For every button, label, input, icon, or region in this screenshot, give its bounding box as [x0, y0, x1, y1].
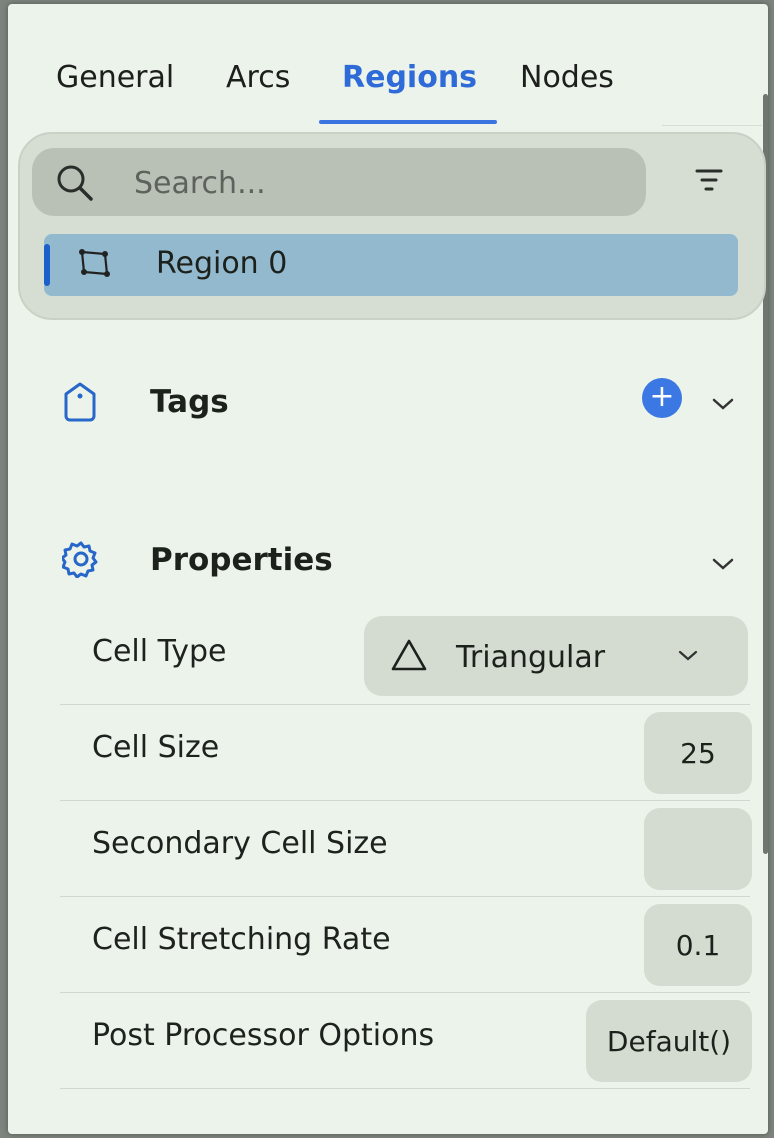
- post-processor-options-label: Post Processor Options: [92, 1018, 435, 1053]
- chevron-down-icon[interactable]: [708, 554, 738, 574]
- active-tab-indicator: [319, 120, 497, 124]
- cell-stretching-rate-input[interactable]: [644, 904, 752, 986]
- search-input[interactable]: [132, 148, 626, 218]
- search-box: [32, 148, 646, 218]
- gear-icon: [62, 541, 98, 578]
- selection-indicator: [44, 244, 50, 286]
- cell-type-value: Triangular: [456, 640, 606, 675]
- search-icon: [57, 165, 93, 201]
- regions-panel: General Arcs Regions Nodes R: [8, 4, 768, 1134]
- chevron-down-icon[interactable]: [708, 394, 738, 414]
- cell-size-input[interactable]: [644, 712, 752, 794]
- add-tag-button[interactable]: +: [642, 378, 682, 418]
- properties-title: Properties: [150, 542, 333, 578]
- secondary-cell-size-label: Secondary Cell Size: [92, 826, 388, 861]
- tag-icon: [64, 382, 96, 422]
- plus-icon: +: [649, 379, 675, 414]
- cell-type-select[interactable]: Triangular: [364, 616, 748, 696]
- list-item-region-0[interactable]: Region 0: [44, 234, 738, 296]
- list-item-label: Region 0: [156, 246, 288, 281]
- cell-type-label: Cell Type: [92, 634, 227, 669]
- tab-regions[interactable]: Regions: [342, 60, 477, 95]
- triangle-icon: [391, 639, 427, 671]
- tab-nodes[interactable]: Nodes: [520, 60, 614, 95]
- cell-stretching-rate-label: Cell Stretching Rate: [92, 922, 391, 957]
- tab-arcs[interactable]: Arcs: [226, 60, 290, 95]
- secondary-cell-size-input[interactable]: [644, 808, 752, 890]
- region-polygon-icon: [79, 249, 110, 277]
- filter-icon[interactable]: [694, 166, 724, 194]
- post-processor-options-input[interactable]: [586, 1000, 752, 1082]
- region-list-group: Region 0: [18, 132, 766, 320]
- tab-general[interactable]: General: [56, 60, 174, 95]
- tags-title: Tags: [150, 384, 229, 420]
- cell-size-label: Cell Size: [92, 730, 220, 765]
- tab-divider: [662, 125, 762, 126]
- tab-bar: General Arcs Regions Nodes: [8, 4, 768, 126]
- chevron-down-icon: [678, 650, 698, 661]
